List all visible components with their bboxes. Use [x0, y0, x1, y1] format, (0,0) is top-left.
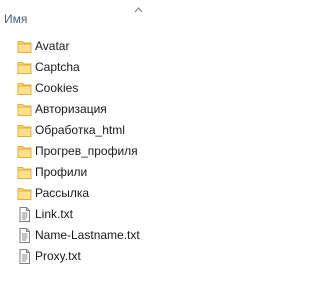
file-item[interactable]: Name-Lastname.txt [14, 225, 254, 246]
folder-item[interactable]: Avatar [14, 36, 254, 57]
folder-icon [16, 164, 33, 181]
item-name: Профили [35, 165, 88, 179]
folder-icon [16, 185, 33, 202]
item-name: Прогрев_профиля [35, 144, 138, 158]
item-name: Авторизация [35, 102, 107, 116]
folder-item[interactable]: Рассылка [14, 183, 254, 204]
column-header-name[interactable]: Имя [0, 0, 267, 30]
text-file-icon [16, 206, 33, 223]
file-explorer-pane: Имя Avatar Captcha Cookies Авторизация Обраб… [0, 0, 267, 297]
item-name: Name-Lastname.txt [35, 228, 140, 242]
folder-icon [16, 122, 33, 139]
text-file-icon [16, 227, 33, 244]
folder-item[interactable]: Профили [14, 162, 254, 183]
folder-item[interactable]: Прогрев_профиля [14, 141, 254, 162]
item-name: Cookies [35, 81, 79, 95]
item-name: Captcha [35, 60, 80, 74]
item-name: Рассылка [35, 186, 90, 200]
folder-item[interactable]: Captcha [14, 57, 254, 78]
folder-item[interactable]: Обработка_html [14, 120, 254, 141]
item-name: Avatar [35, 39, 70, 53]
folder-icon [16, 80, 33, 97]
folder-icon [16, 38, 33, 55]
text-file-icon [16, 248, 33, 265]
folder-icon [16, 59, 33, 76]
column-header-label: Имя [4, 12, 28, 26]
folder-item[interactable]: Авторизация [14, 99, 254, 120]
folder-icon [16, 101, 33, 118]
item-name: Proxy.txt [35, 249, 81, 263]
item-name: Обработка_html [35, 123, 125, 137]
sort-ascending-icon [134, 0, 143, 13]
folder-item[interactable]: Cookies [14, 78, 254, 99]
file-item[interactable]: Proxy.txt [14, 246, 254, 267]
file-item[interactable]: Link.txt [14, 204, 254, 225]
item-name: Link.txt [35, 207, 74, 221]
folder-icon [16, 143, 33, 160]
